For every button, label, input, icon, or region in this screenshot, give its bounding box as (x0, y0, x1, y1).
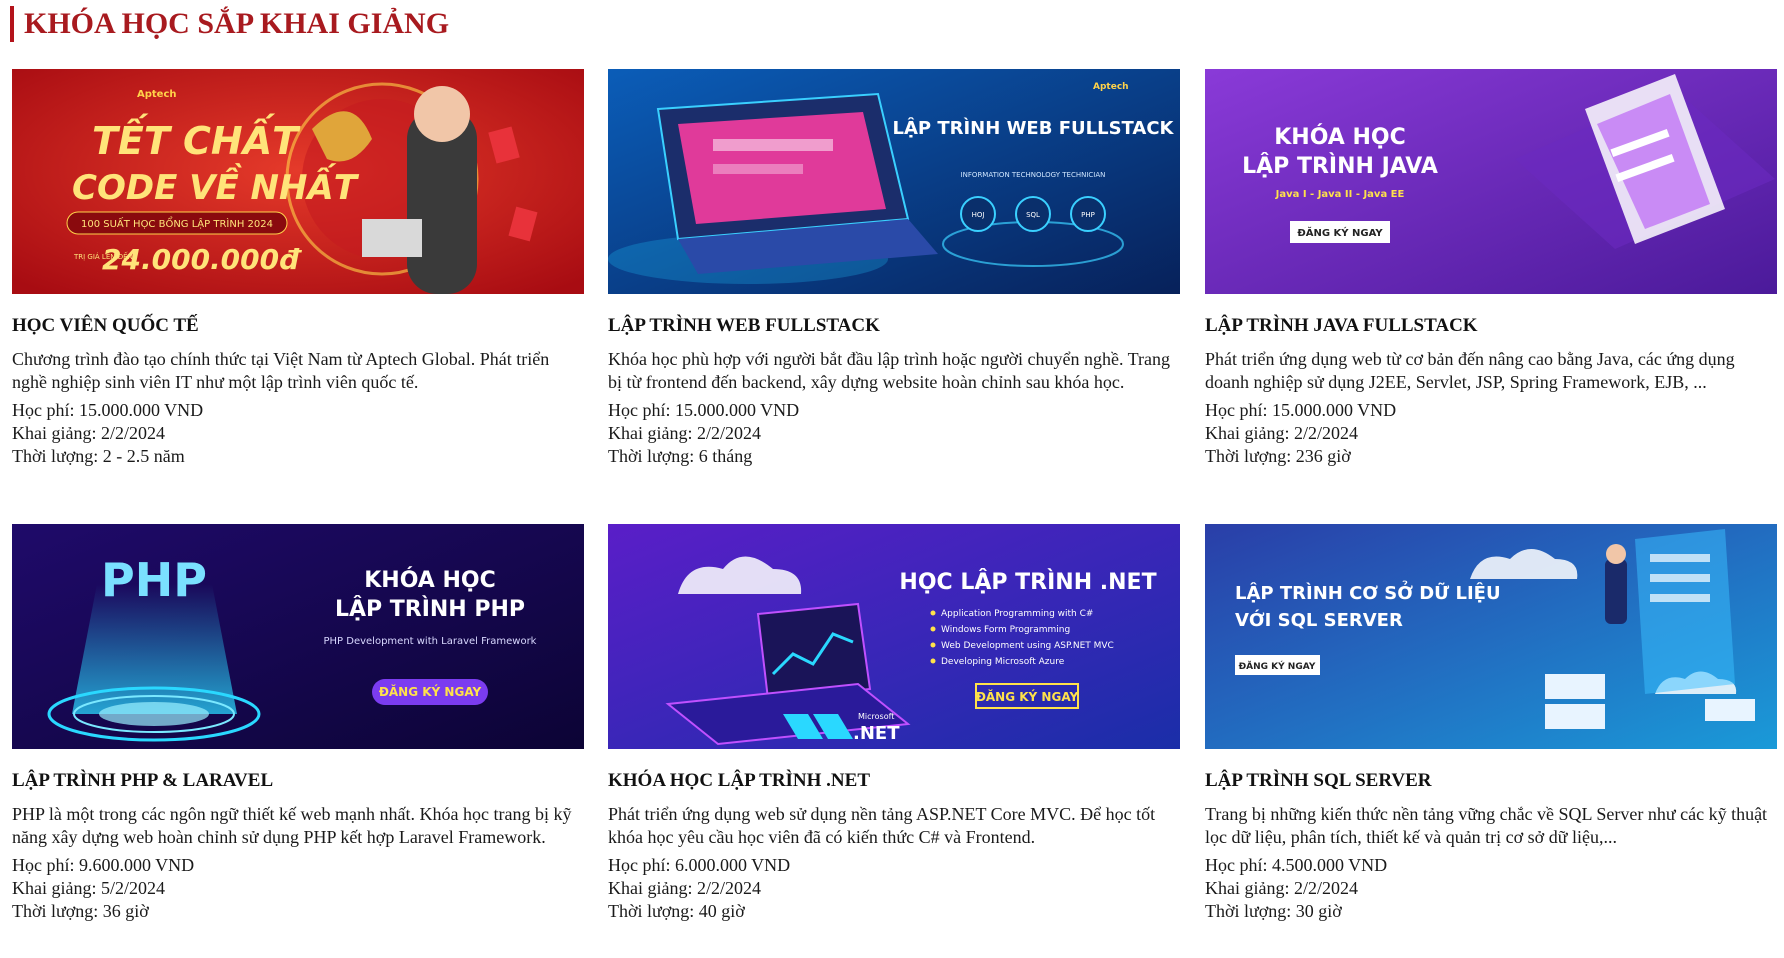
course-start: Khai giảng: 2/2/2024 (1205, 878, 1358, 898)
banner-sub: Java I - Java II - Java EE (1275, 189, 1405, 200)
course-banner-dotnet[interactable]: HỌC LẬP TRÌNH .NET Application Programmi… (608, 524, 1180, 749)
course-fee: Học phí: 4.500.000 VND (1205, 855, 1388, 875)
banner-bullet: Windows Form Programming (941, 625, 1070, 635)
banner-headline: LẬP TRÌNH WEB FULLSTACK (892, 117, 1174, 139)
banner-line1: TẾT CHẤT (92, 114, 301, 163)
course-card[interactable]: Aptech LẬP TRÌNH WEB FULLSTACK INFORMATI… (608, 69, 1180, 468)
course-fee: Học phí: 15.000.000 VND (12, 400, 204, 420)
banner-line1: LẬP TRÌNH CƠ SỞ DỮ LIỆU (1235, 580, 1501, 604)
course-banner-php[interactable]: PHP KHÓA HỌC LẬP TRÌNH PHP PHP Developme… (12, 524, 584, 749)
banner-icon-label: PHP (1081, 211, 1095, 219)
course-meta: Học phí: 9.600.000 VND Khai giảng: 5/2/2… (12, 854, 584, 923)
banner-cta: ĐĂNG KÝ NGAY (976, 689, 1079, 704)
course-start: Khai giảng: 2/2/2024 (1205, 423, 1358, 443)
course-description: Phát triển ứng dụng web sử dụng nền tảng… (608, 804, 1156, 847)
banner-icon-label: HOJ (972, 211, 985, 219)
course-start: Khai giảng: 2/2/2024 (608, 878, 761, 898)
course-title[interactable]: LẬP TRÌNH WEB FULLSTACK (608, 314, 1180, 338)
course-duration: Thời lượng: 236 giờ (1205, 446, 1351, 466)
course-banner-web-fullstack[interactable]: Aptech LẬP TRÌNH WEB FULLSTACK INFORMATI… (608, 69, 1180, 294)
course-duration: Thời lượng: 36 giờ (12, 901, 149, 921)
course-fee: Học phí: 9.600.000 VND (12, 855, 195, 875)
course-title[interactable]: KHÓA HỌC LẬP TRÌNH .NET (608, 769, 1180, 793)
course-start: Khai giảng: 5/2/2024 (12, 878, 165, 898)
banner-bullet: Web Development using ASP.NET MVC (941, 641, 1114, 651)
course-fee: Học phí: 15.000.000 VND (608, 400, 800, 420)
banner-logo: Aptech (137, 89, 177, 100)
course-fee: Học phí: 15.000.000 VND (1205, 400, 1397, 420)
course-meta: Học phí: 15.000.000 VND Khai giảng: 2/2/… (1205, 399, 1777, 468)
section-title: KHÓA HỌC SẮP KHAI GIẢNG (10, 6, 449, 42)
course-card[interactable]: KHÓA HỌC LẬP TRÌNH JAVA Java I - Java II… (1205, 69, 1777, 468)
banner-line2: LẬP TRÌNH PHP (335, 595, 525, 622)
course-title[interactable]: LẬP TRÌNH SQL SERVER (1205, 769, 1777, 793)
banner-line2: LẬP TRÌNH JAVA (1242, 152, 1438, 179)
course-title[interactable]: LẬP TRÌNH JAVA FULLSTACK (1205, 314, 1777, 338)
banner-brand: .NET (853, 723, 900, 744)
course-meta: Học phí: 4.500.000 VND Khai giảng: 2/2/2… (1205, 854, 1777, 923)
course-card[interactable]: HỌC LẬP TRÌNH .NET Application Programmi… (608, 524, 1180, 923)
banner-icon-label: SQL (1026, 211, 1040, 219)
banner-bullet: Application Programming with C# (941, 609, 1093, 619)
course-start: Khai giảng: 2/2/2024 (608, 423, 761, 443)
course-card[interactable]: Aptech TẾT CHẤT CODE VỀ NHẤT 100 SUẤT HỌ… (12, 69, 584, 468)
banner-cta: ĐĂNG KÝ NGAY (1239, 660, 1316, 672)
banner-logo: Aptech (1093, 82, 1129, 92)
course-meta: Học phí: 15.000.000 VND Khai giảng: 2/2/… (608, 399, 1180, 468)
course-banner-sql[interactable]: LẬP TRÌNH CƠ SỞ DỮ LIỆU VỚI SQL SERVER Đ… (1205, 524, 1777, 749)
banner-cta: ĐĂNG KÝ NGAY (379, 684, 482, 699)
course-duration: Thời lượng: 2 - 2.5 năm (12, 446, 185, 466)
course-duration: Thời lượng: 40 giờ (608, 901, 745, 921)
banner-sub: PHP Development with Laravel Framework (324, 636, 537, 647)
course-duration: Thời lượng: 30 giờ (1205, 901, 1342, 921)
course-banner-international[interactable]: Aptech TẾT CHẤT CODE VỀ NHẤT 100 SUẤT HỌ… (12, 69, 584, 294)
course-description: Trang bị những kiến thức nền tảng vững c… (1205, 804, 1768, 847)
course-meta: Học phí: 6.000.000 VND Khai giảng: 2/2/2… (608, 854, 1180, 923)
banner-line1: KHÓA HỌC (1274, 124, 1406, 150)
course-banner-java[interactable]: KHÓA HỌC LẬP TRÌNH JAVA Java I - Java II… (1205, 69, 1777, 294)
banner-cta: ĐĂNG KÝ NGAY (1297, 226, 1383, 239)
banner-prize: 24.000.000đ (102, 243, 302, 276)
course-fee: Học phí: 6.000.000 VND (608, 855, 791, 875)
course-description: Khóa học phù hợp với người bắt đầu lập t… (608, 349, 1170, 392)
banner-line2: CODE VỀ NHẤT (72, 163, 360, 208)
banner-line2: VỚI SQL SERVER (1235, 609, 1403, 631)
course-description: Chương trình đào tạo chính thức tại Việt… (12, 349, 550, 392)
banner-brand-small: Microsoft (858, 712, 894, 721)
course-card[interactable]: PHP KHÓA HỌC LẬP TRÌNH PHP PHP Developme… (12, 524, 584, 923)
course-start: Khai giảng: 2/2/2024 (12, 423, 165, 443)
banner-bullet: Developing Microsoft Azure (941, 657, 1065, 667)
banner-logo-text: PHP (101, 553, 207, 607)
course-card[interactable]: LẬP TRÌNH CƠ SỞ DỮ LIỆU VỚI SQL SERVER Đ… (1205, 524, 1777, 923)
course-title[interactable]: HỌC VIÊN QUỐC TẾ (12, 314, 584, 338)
course-description: PHP là một trong các ngôn ngữ thiết kế w… (12, 804, 572, 847)
course-duration: Thời lượng: 6 tháng (608, 446, 753, 466)
banner-headline: HỌC LẬP TRÌNH .NET (899, 568, 1156, 595)
course-description: Phát triển ứng dụng web từ cơ bản đến nâ… (1205, 349, 1735, 392)
banner-sub: INFORMATION TECHNOLOGY TECHNICIAN (961, 171, 1106, 179)
course-title[interactable]: LẬP TRÌNH PHP & LARAVEL (12, 769, 584, 793)
banner-line1: KHÓA HỌC (364, 567, 496, 593)
course-meta: Học phí: 15.000.000 VND Khai giảng: 2/2/… (12, 399, 584, 468)
